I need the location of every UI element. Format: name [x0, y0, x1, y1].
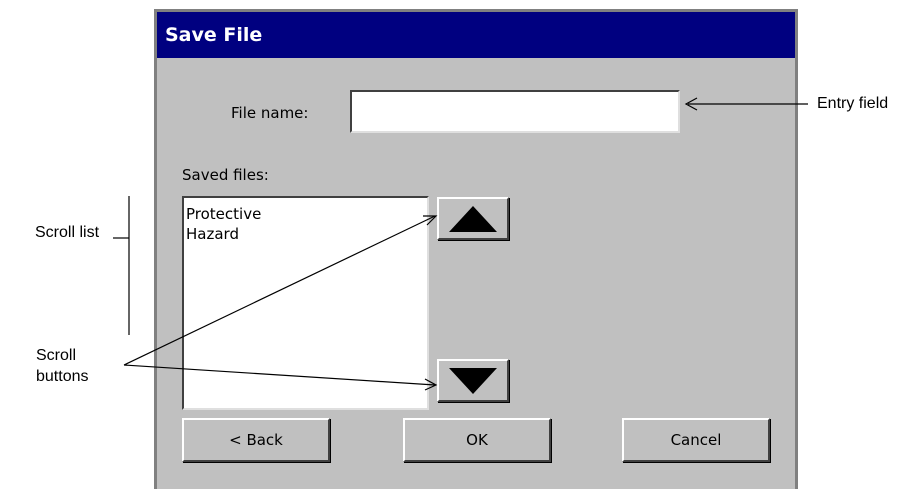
callout-lines: [113, 97, 808, 391]
scroll-down-pointer-line: [123, 364, 436, 386]
scroll-up-pointer-line: [123, 215, 436, 366]
